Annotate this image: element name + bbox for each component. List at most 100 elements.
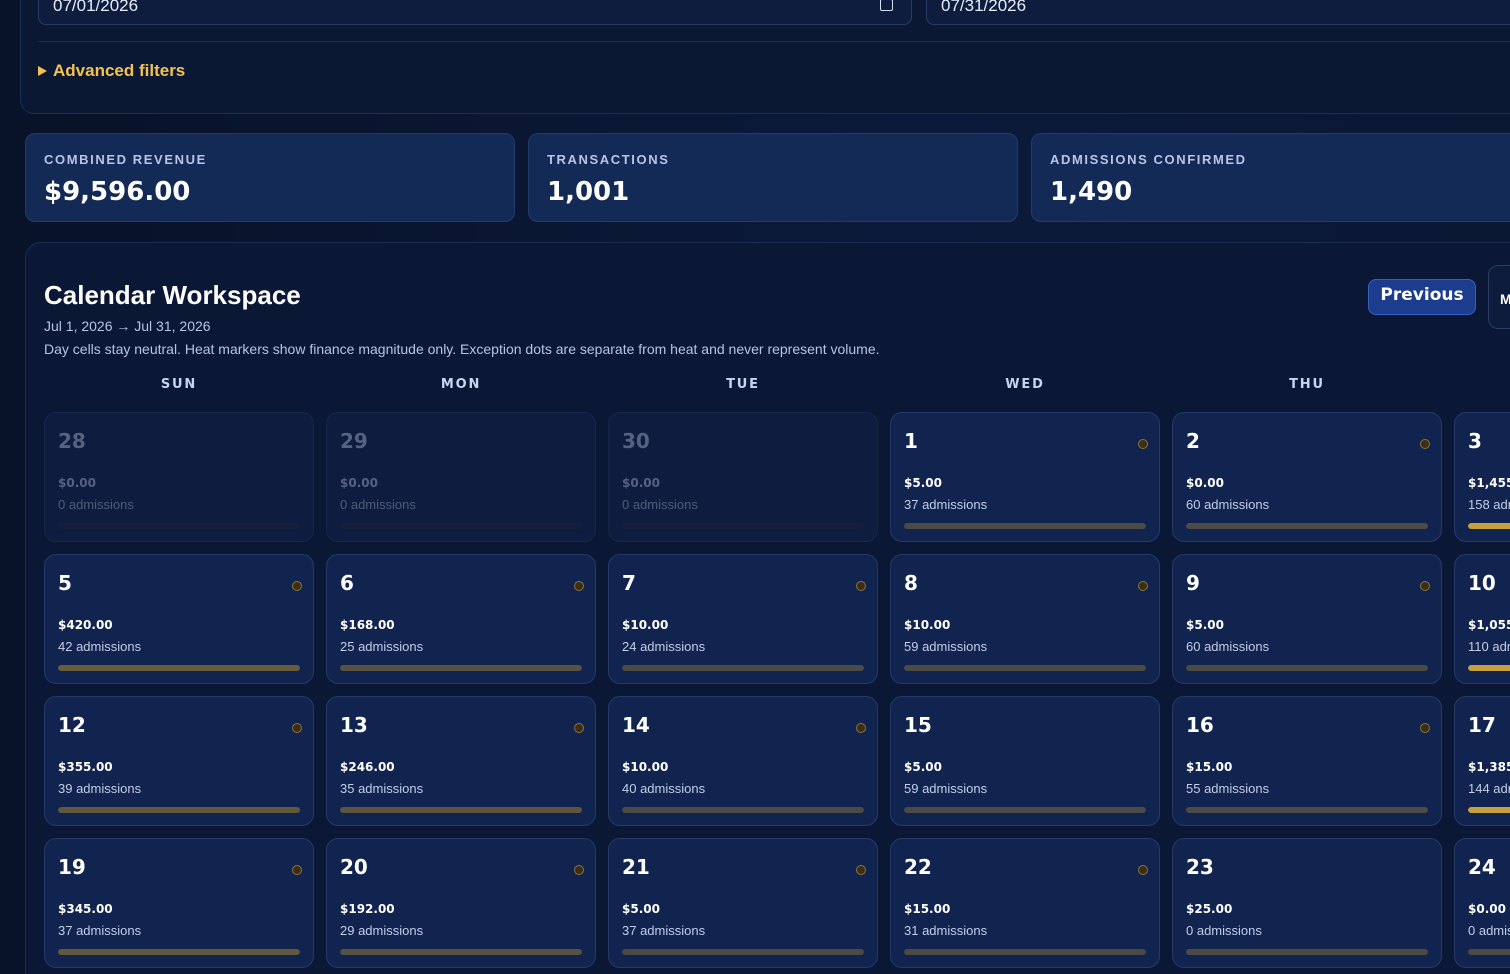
heat-bar-fill [340, 807, 582, 813]
exception-dot-icon [1420, 439, 1430, 449]
heat-bar [1186, 807, 1428, 813]
exception-dot-icon [1420, 723, 1430, 733]
day-admissions: 40 admissions [622, 781, 706, 796]
day-number: 28 [58, 429, 86, 453]
exception-dot-icon [574, 723, 584, 733]
kpi-transactions: TRANSACTIONS 1,001 [528, 133, 1018, 222]
next-button[interactable]: M [1488, 265, 1510, 329]
day-admissions: 37 admissions [904, 497, 988, 512]
day-cell[interactable]: 10 $1,055. 110 adr [1454, 554, 1510, 684]
day-cell[interactable]: 3 $1,455. 158 adr [1454, 412, 1510, 542]
start-date-input[interactable]: 07/01/2026 [38, 0, 912, 25]
exception-dot-icon [574, 581, 584, 591]
day-cell[interactable]: 12 $355.00 39 admissions [44, 696, 314, 826]
heat-bar-fill [58, 949, 300, 955]
day-cell[interactable]: 28 $0.00 0 admissions [44, 412, 314, 542]
day-cell[interactable]: 6 $168.00 25 admissions [326, 554, 596, 684]
day-revenue: $1,385. [1468, 760, 1510, 774]
day-revenue: $25.00 [1186, 902, 1233, 916]
exception-dot-icon [1138, 581, 1148, 591]
day-revenue: $168.00 [340, 618, 395, 632]
heat-bar-fill [1468, 665, 1510, 671]
day-cell[interactable]: 7 $10.00 24 admissions [608, 554, 878, 684]
day-cell[interactable]: 30 $0.00 0 admissions [608, 412, 878, 542]
day-cell[interactable]: 16 $15.00 55 admissions [1172, 696, 1442, 826]
day-admissions: 42 admissions [58, 639, 142, 654]
weekday-header: SUN [160, 377, 198, 392]
day-cell[interactable]: 20 $192.00 29 admissions [326, 838, 596, 968]
start-date-value: 07/01/2026 [53, 0, 139, 15]
day-cell[interactable]: 17 $1,385. 144 adr [1454, 696, 1510, 826]
day-revenue: $0.00 [340, 476, 378, 490]
day-admissions: 0 admissions [1186, 923, 1262, 938]
day-admissions: 158 adr [1468, 497, 1510, 512]
heat-bar [58, 523, 300, 529]
day-number: 12 [58, 713, 86, 737]
day-cell[interactable]: 24 $0.00 0 admis [1454, 838, 1510, 968]
day-number: 2 [1186, 429, 1200, 453]
day-cell[interactable]: 13 $246.00 35 admissions [326, 696, 596, 826]
day-revenue: $5.00 [1186, 618, 1224, 632]
heat-bar [340, 949, 582, 955]
day-number: 15 [904, 713, 932, 737]
day-number: 29 [340, 429, 368, 453]
day-admissions: 110 adr [1468, 639, 1510, 654]
day-admissions: 55 admissions [1186, 781, 1270, 796]
heat-bar [1468, 807, 1510, 813]
kpi-value: 1,490 [1050, 177, 1133, 207]
day-admissions: 29 admissions [340, 923, 424, 938]
day-cell[interactable]: 2 $0.00 60 admissions [1172, 412, 1442, 542]
day-cell[interactable]: 15 $5.00 59 admissions [890, 696, 1160, 826]
day-cell[interactable]: 8 $10.00 59 admissions [890, 554, 1160, 684]
day-revenue: $0.00 [622, 476, 660, 490]
exception-dot-icon [292, 865, 302, 875]
filter-divider [38, 41, 1510, 42]
day-cell[interactable]: 19 $345.00 37 admissions [44, 838, 314, 968]
page-title: Calendar Workspace [44, 280, 301, 310]
day-revenue: $10.00 [622, 618, 669, 632]
day-cell[interactable]: 23 $25.00 0 admissions [1172, 838, 1442, 968]
day-cell[interactable]: 14 $10.00 40 admissions [608, 696, 878, 826]
day-cell[interactable]: 21 $5.00 37 admissions [608, 838, 878, 968]
day-cell[interactable]: 22 $15.00 31 admissions [890, 838, 1160, 968]
day-cell[interactable]: 1 $5.00 37 admissions [890, 412, 1160, 542]
day-number: 16 [1186, 713, 1214, 737]
day-admissions: 0 admissions [58, 497, 134, 512]
heat-bar [904, 949, 1146, 955]
previous-button[interactable]: Previous [1368, 279, 1476, 315]
exception-dot-icon [1138, 865, 1148, 875]
end-date-input[interactable]: 07/31/2026 [926, 0, 1510, 25]
day-number: 3 [1468, 429, 1482, 453]
heat-bar [58, 665, 300, 671]
calendar-icon[interactable] [880, 0, 893, 11]
kpi-combined-revenue: COMBINED REVENUE $9,596.00 [25, 133, 515, 222]
exception-dot-icon [574, 865, 584, 875]
day-number: 17 [1468, 713, 1496, 737]
advanced-filters-toggle[interactable]: Advanced filters [38, 61, 185, 81]
day-cell[interactable]: 29 $0.00 0 admissions [326, 412, 596, 542]
heat-bar-fill [904, 949, 1146, 955]
day-number: 9 [1186, 571, 1200, 595]
weekday-header: FRI [1454, 377, 1510, 392]
day-cell[interactable]: 9 $5.00 60 admissions [1172, 554, 1442, 684]
day-number: 30 [622, 429, 650, 453]
heat-bar-fill [622, 807, 864, 813]
heat-bar-fill [904, 807, 1146, 813]
kpi-label: ADMISSIONS CONFIRMED [1050, 152, 1247, 167]
exception-dot-icon [1138, 439, 1148, 449]
day-admissions: 31 admissions [904, 923, 988, 938]
day-number: 20 [340, 855, 368, 879]
day-admissions: 0 admis [1468, 923, 1510, 938]
day-revenue: $10.00 [904, 618, 951, 632]
day-number: 23 [1186, 855, 1214, 879]
advanced-filters-label: Advanced filters [53, 61, 186, 80]
day-revenue: $345.00 [58, 902, 113, 916]
day-admissions: 0 admissions [340, 497, 416, 512]
heat-bar [340, 523, 582, 529]
day-admissions: 25 admissions [340, 639, 424, 654]
exception-dot-icon [292, 723, 302, 733]
day-cell[interactable]: 5 $420.00 42 admissions [44, 554, 314, 684]
day-number: 14 [622, 713, 650, 737]
heat-bar [904, 523, 1146, 529]
exception-dot-icon [856, 581, 866, 591]
